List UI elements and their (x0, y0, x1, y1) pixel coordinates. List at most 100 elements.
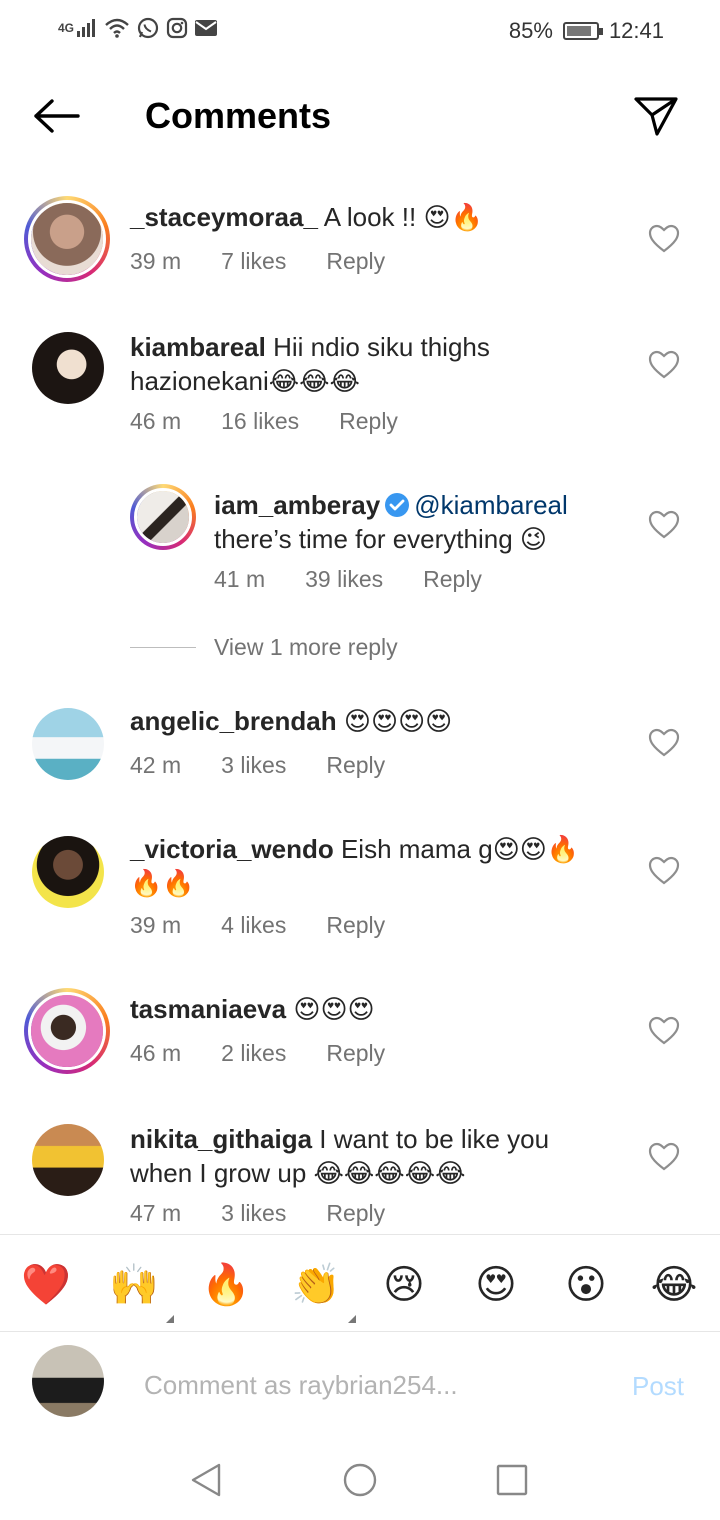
like-heart-icon[interactable] (648, 350, 680, 380)
reply-button[interactable]: Reply (326, 248, 385, 275)
comment-username[interactable]: nikita_githaiga (130, 1124, 312, 1154)
header: Comments (0, 80, 720, 152)
comment-text: iam_amberay @kiambareal there’s time for … (214, 488, 634, 556)
status-icons: 4G (58, 16, 218, 40)
reaction-crying-button[interactable]: 😢 (376, 1259, 432, 1311)
comment-likes[interactable]: 7 likes (221, 248, 286, 275)
battery-percent: 85% (508, 18, 553, 43)
nav-home-button[interactable] (338, 1458, 382, 1502)
reaction-heart-eyes-button[interactable]: 😍 (468, 1259, 524, 1311)
view-more-label: View 1 more reply (214, 634, 398, 660)
comment-meta: 46 m 16 likes Reply (130, 408, 398, 435)
comment-username[interactable]: _staceymoraa_ (130, 202, 318, 232)
comment-time: 39 m (130, 248, 182, 274)
reply-button[interactable]: Reply (326, 1200, 385, 1227)
comment-input[interactable] (144, 1363, 604, 1407)
triangle-back-icon (191, 1463, 221, 1497)
comment-meta: 47 m 3 likes Reply (130, 1200, 385, 1227)
share-button[interactable] (630, 92, 682, 140)
laughing-face-icon: 😂 (650, 1262, 698, 1308)
comment-text: nikita_githaiga I want to be like you wh… (130, 1122, 600, 1190)
comment-composer: Post (0, 1333, 720, 1433)
like-heart-icon[interactable] (648, 1016, 680, 1046)
comment-likes[interactable]: 2 likes (221, 1040, 286, 1067)
comment-likes[interactable]: 16 likes (221, 408, 299, 435)
raised-hands-icon: 🙌 (109, 1262, 159, 1308)
status-bar: 4G 85% 12:41 (0, 0, 720, 64)
reaction-fire-button[interactable]: 🔥 (198, 1259, 254, 1311)
reaction-laughing-button[interactable]: 😂 (646, 1259, 702, 1311)
arrow-left-icon (34, 99, 80, 133)
red-heart-icon: ❤️ (21, 1262, 71, 1308)
circle-home-icon (343, 1463, 377, 1497)
reply-button[interactable]: Reply (326, 752, 385, 779)
reply-button[interactable]: Reply (339, 408, 398, 435)
avatar[interactable] (32, 332, 104, 404)
reaction-surprised-button[interactable]: 😮 (558, 1259, 614, 1311)
skin-tone-indicator (166, 1315, 174, 1323)
like-heart-icon[interactable] (648, 856, 680, 886)
reply-button[interactable]: Reply (423, 566, 482, 593)
avatar[interactable] (24, 988, 110, 1074)
post-button[interactable]: Post (632, 1371, 684, 1402)
page-title: Comments (145, 95, 332, 136)
comment-likes[interactable]: 4 likes (221, 912, 286, 939)
reaction-raised-hands-button[interactable]: 🙌 (106, 1259, 174, 1323)
like-heart-icon[interactable] (648, 224, 680, 254)
comment-body: A look !! 😍🔥 (323, 202, 483, 232)
verified-badge-icon (385, 493, 410, 517)
network-type: 4G (58, 21, 75, 35)
fire-icon: 🔥 (201, 1262, 251, 1308)
avatar[interactable] (130, 484, 196, 550)
skin-tone-indicator (348, 1315, 356, 1323)
reaction-clap-button[interactable]: 👏 (288, 1259, 356, 1323)
reply-button[interactable]: Reply (326, 912, 385, 939)
avatar-image (32, 708, 104, 780)
instagram-icon (166, 17, 188, 39)
comment-meta: 39 m 4 likes Reply (130, 912, 385, 939)
avatar-image (31, 995, 103, 1067)
comment-username[interactable]: _victoria_wendo (130, 834, 334, 864)
like-heart-icon[interactable] (648, 510, 680, 540)
clapping-hands-icon: 👏 (291, 1262, 341, 1308)
wifi-icon (105, 18, 129, 38)
like-heart-icon[interactable] (648, 728, 680, 758)
comment-meta: 46 m 2 likes Reply (130, 1040, 385, 1067)
comment-time: 46 m (130, 408, 182, 434)
system-nav-bar (0, 1440, 720, 1520)
comment-text: angelic_brendah 😍😍😍😍 (130, 704, 630, 738)
nav-back-button[interactable] (184, 1458, 228, 1502)
avatar[interactable] (24, 196, 110, 282)
comment-username[interactable]: tasmaniaeva (130, 994, 286, 1024)
like-heart-icon[interactable] (648, 1142, 680, 1172)
comment-body: there’s time for everything 😉 (214, 524, 547, 554)
nav-recents-button[interactable] (490, 1458, 534, 1502)
comment-likes[interactable]: 3 likes (221, 752, 286, 779)
comment-meta: 39 m 7 likes Reply (130, 248, 385, 275)
heart-eyes-icon: 😍 (475, 1262, 517, 1308)
reaction-heart-button[interactable]: ❤️ (18, 1259, 74, 1311)
quick-reaction-bar: ❤️ 🙌 🔥 👏 😢 😍 😮 😂 (0, 1234, 720, 1332)
comment-username[interactable]: kiambareal (130, 332, 266, 362)
status-right: 85% 12:41 (509, 18, 664, 44)
reply-button[interactable]: Reply (326, 1040, 385, 1067)
paper-plane-icon (634, 97, 678, 136)
avatar[interactable] (32, 708, 104, 780)
comment-username[interactable]: angelic_brendah (130, 706, 337, 736)
avatar[interactable] (32, 1124, 104, 1196)
avatar[interactable] (32, 836, 104, 908)
comment-time: 46 m (130, 1040, 182, 1066)
back-button[interactable] (30, 94, 82, 138)
crying-face-icon: 😢 (383, 1262, 425, 1308)
comment-mention[interactable]: @kiambareal (414, 490, 568, 520)
comment-likes[interactable]: 39 likes (305, 566, 383, 593)
comment-username[interactable]: iam_amberay (214, 490, 380, 520)
comment-time: 39 m (130, 912, 182, 938)
avatar-image (32, 1124, 104, 1196)
avatar-image (32, 836, 104, 908)
comment-body: 😍😍😍 (293, 994, 375, 1024)
comment-time: 42 m (130, 752, 182, 778)
view-more-replies[interactable]: View 1 more reply (130, 634, 398, 661)
comment-likes[interactable]: 3 likes (221, 1200, 286, 1227)
mail-icon (195, 20, 218, 36)
